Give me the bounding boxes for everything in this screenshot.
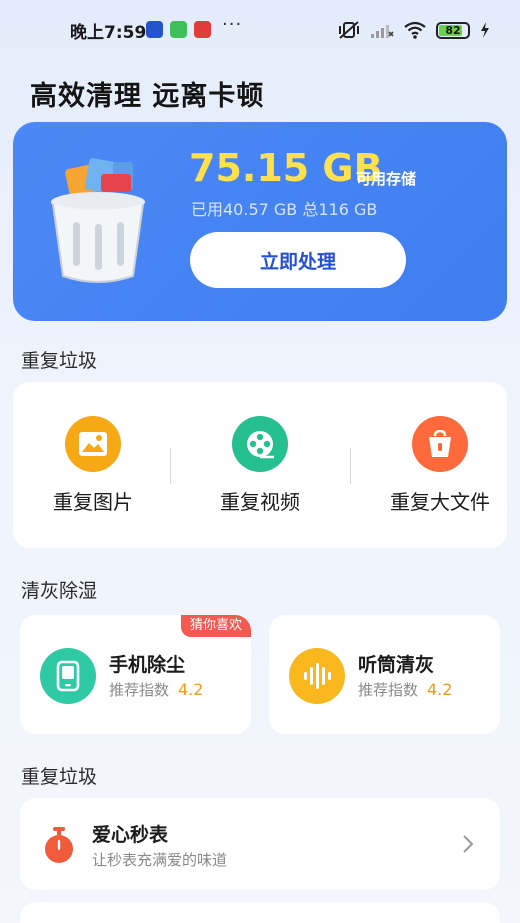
more-notifications-icon: ··· xyxy=(222,14,243,35)
free-storage-label: 可用存储 xyxy=(356,170,417,188)
storage-usage-text: 已用40.57 GB 总116 GB xyxy=(191,200,378,219)
section-title-dust: 清灰除湿 xyxy=(21,580,98,602)
wifi-icon xyxy=(404,21,426,39)
phone-dust-card[interactable]: 猜你喜欢 手机除尘 推荐指数 4.2 xyxy=(20,615,251,734)
page-title: 高效清理 远离卡顿 xyxy=(30,81,265,112)
charging-icon xyxy=(481,22,489,38)
list-item-title: 爱心秒表 xyxy=(92,824,169,846)
section-title-extra: 重复垃圾 xyxy=(21,766,98,788)
score-value: 4.2 xyxy=(178,680,204,699)
signal-icon xyxy=(371,25,394,38)
divider xyxy=(170,448,171,484)
duplicate-large-files-label: 重复大文件 xyxy=(390,490,490,514)
stopwatch-list-item[interactable]: 爱心秒表 让秒表充满爱的味道 xyxy=(20,798,500,890)
tool-name: 手机除尘 xyxy=(109,654,186,676)
clean-now-button[interactable]: 立即处理 xyxy=(190,232,406,288)
score-value: 4.2 xyxy=(427,680,453,699)
list-item-subtitle: 让秒表充满爱的味道 xyxy=(92,851,228,869)
storage-card: 75.15 GB 可用存储 已用40.57 GB 总116 GB 立即处理 xyxy=(13,122,507,321)
sound-wave-icon xyxy=(289,648,345,704)
status-time: 晚上7:59 xyxy=(70,23,147,43)
free-storage-value: 75.15 GB xyxy=(189,146,383,190)
duplicate-videos-label: 重复视频 xyxy=(220,490,300,514)
duplicate-images-item[interactable]: 重复图片 xyxy=(13,382,173,548)
divider xyxy=(350,448,351,484)
duplicate-card: 重复图片 重复视频 重复大文件 xyxy=(13,382,507,548)
status-bar: 晚上7:59 ··· 82 xyxy=(0,0,520,60)
app-notify-icon-2 xyxy=(170,21,187,38)
image-icon xyxy=(65,416,121,472)
next-list-item[interactable] xyxy=(20,902,500,923)
trash-can-illustration-icon xyxy=(51,158,145,283)
earpiece-clean-card[interactable]: 听筒清灰 推荐指数 4.2 xyxy=(269,615,500,734)
recommend-badge: 猜你喜欢 xyxy=(180,615,251,637)
phone-icon xyxy=(40,648,96,704)
app-notify-icon-1 xyxy=(146,21,163,38)
battery-level: 82 xyxy=(445,23,461,37)
tool-name: 听筒清灰 xyxy=(358,654,435,676)
app-notify-icon-3 xyxy=(194,21,211,38)
score-label: 推荐指数 xyxy=(358,681,419,699)
duplicate-large-files-item[interactable]: 重复大文件 xyxy=(360,382,520,548)
score-label: 推荐指数 xyxy=(109,681,170,699)
stopwatch-icon xyxy=(45,827,73,863)
mute-vibrate-icon xyxy=(339,21,359,39)
section-title-duplicate: 重复垃圾 xyxy=(21,350,98,372)
film-reel-icon xyxy=(232,416,288,472)
trash-bin-icon xyxy=(412,416,468,472)
battery-icon: 82 xyxy=(436,21,470,39)
duplicate-images-label: 重复图片 xyxy=(53,490,133,514)
chevron-right-icon xyxy=(463,835,474,853)
duplicate-videos-item[interactable]: 重复视频 xyxy=(180,382,340,548)
